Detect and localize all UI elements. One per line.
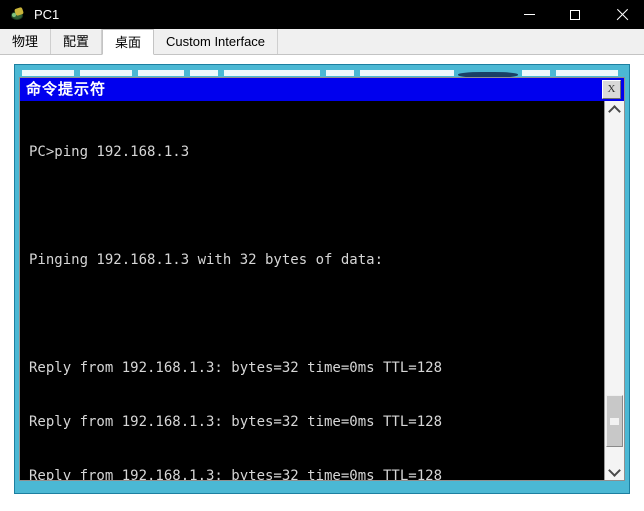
minimize-button[interactable] — [506, 0, 552, 29]
scroll-up-button[interactable] — [605, 101, 624, 118]
pc1-window: PC1 物理 配置 桌面 Custom Interface 命令提示符 X PC… — [0, 0, 644, 511]
window-title: PC1 — [34, 7, 60, 22]
command-prompt-window: 命令提示符 X PC>ping 192.168.1.3 Pinging 192.… — [19, 77, 625, 481]
window-title-bar-left: PC1 — [0, 0, 506, 29]
packet-tracer-pc-icon — [10, 6, 26, 23]
console-scrollbar[interactable] — [604, 101, 624, 480]
command-prompt-panel: 命令提示符 X PC>ping 192.168.1.3 Pinging 192.… — [14, 64, 630, 494]
close-icon — [615, 8, 628, 21]
window-title-bar: PC1 — [0, 0, 644, 29]
command-prompt-title: 命令提示符 — [26, 80, 107, 98]
tab-physical[interactable]: 物理 — [0, 29, 52, 54]
maximize-button[interactable] — [552, 0, 598, 29]
console-line: Reply from 192.168.1.3: bytes=32 time=0m… — [29, 414, 443, 430]
maximize-icon — [570, 9, 580, 20]
command-prompt-title-bar: 命令提示符 X — [20, 78, 624, 101]
tab-strip: 物理 配置 桌面 Custom Interface — [0, 29, 644, 55]
scrollbar-thumb[interactable] — [606, 395, 623, 447]
close-button[interactable] — [598, 0, 644, 29]
chevron-up-icon — [608, 104, 621, 118]
scroll-down-button[interactable] — [605, 463, 624, 480]
tab-strip-filler — [278, 29, 644, 54]
console-line: PC>ping 192.168.1.3 — [29, 144, 190, 160]
scrollbar-thumb-grip — [610, 418, 619, 425]
chevron-down-icon — [608, 463, 621, 477]
window-controls — [506, 0, 644, 29]
console-line: Pinging 192.168.1.3 with 32 bytes of dat… — [29, 252, 384, 268]
console-scroll-host: PC>ping 192.168.1.3 Pinging 192.168.1.3 … — [20, 101, 624, 480]
desktop-tab-panel: 命令提示符 X PC>ping 192.168.1.3 Pinging 192.… — [0, 55, 644, 511]
console-line: Reply from 192.168.1.3: bytes=32 time=0m… — [29, 360, 443, 376]
tab-custom-interface[interactable]: Custom Interface — [154, 29, 279, 54]
tab-config[interactable]: 配置 — [51, 29, 103, 54]
console-output[interactable]: PC>ping 192.168.1.3 Pinging 192.168.1.3 … — [20, 101, 604, 480]
command-prompt-close-button[interactable]: X — [602, 80, 621, 99]
minimize-icon — [523, 14, 535, 15]
tab-desktop[interactable]: 桌面 — [102, 29, 155, 55]
console-line: Reply from 192.168.1.3: bytes=32 time=0m… — [29, 468, 443, 480]
